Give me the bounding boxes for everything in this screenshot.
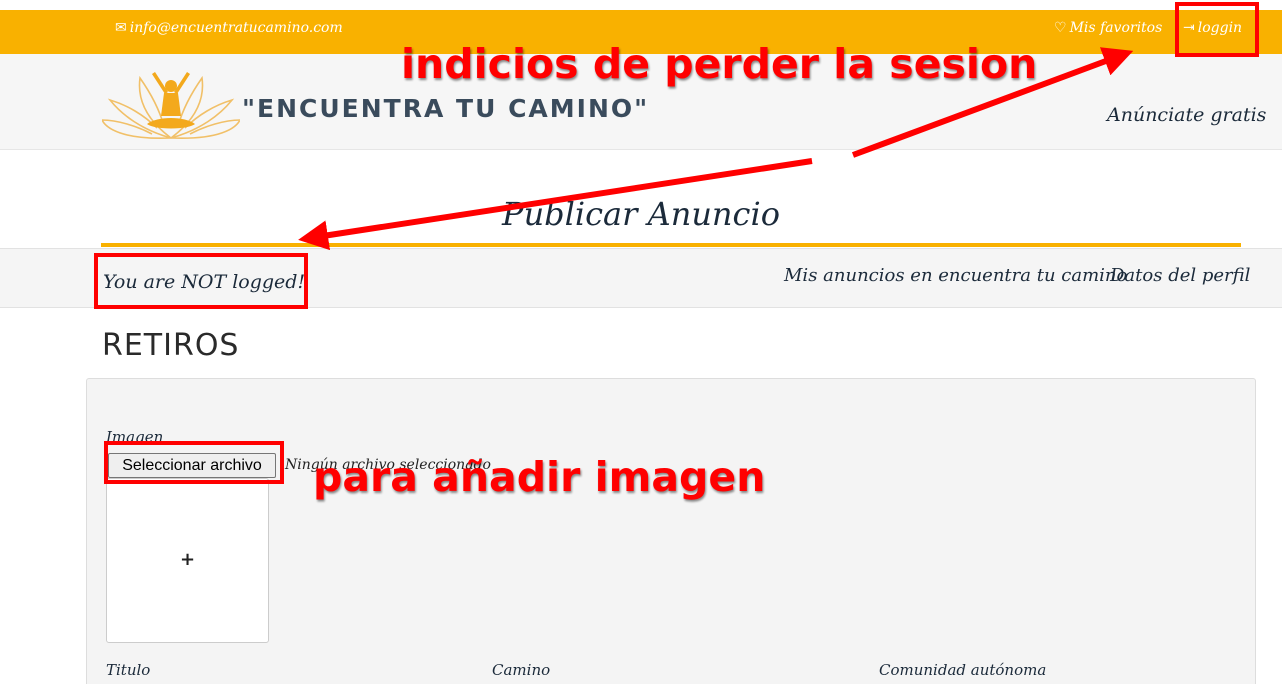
annotation-image-text: para añadir imagen [313, 453, 766, 501]
annotation-status-box [94, 253, 308, 309]
image-upload-box[interactable]: + [106, 478, 269, 643]
region-field-label: Comunidad autónoma [879, 661, 1047, 679]
contact-email[interactable]: ✉ info@encuentratucamino.com [115, 20, 343, 36]
path-field-label: Camino [492, 661, 551, 679]
annotation-session-text: indicios de perder la sesion [401, 40, 1038, 88]
title-divider [101, 243, 1241, 247]
title-field-label: Titulo [106, 661, 151, 679]
advertise-link[interactable]: Anúnciate gratis [1107, 104, 1266, 126]
envelope-icon: ✉ [115, 20, 127, 36]
add-image-icon: + [179, 549, 196, 570]
section-title: RETIROS [102, 328, 240, 363]
annotation-file-button-box [104, 441, 284, 484]
favorites-text: Mis favoritos [1069, 20, 1163, 36]
brand-name[interactable]: "ENCUENTRA TU CAMINO" [242, 94, 649, 123]
yoga-lotus-logo[interactable] [102, 60, 240, 144]
heart-icon: ♡ [1054, 20, 1067, 36]
nav-my-ads[interactable]: Mis anuncios en encuentra tu camino [784, 265, 1127, 286]
favorites-link[interactable]: ♡ Mis favoritos [1054, 20, 1162, 36]
page-title: Publicar Anuncio [502, 195, 780, 233]
nav-profile-data[interactable]: Datos del perfil [1110, 265, 1250, 286]
annotation-login-box [1175, 2, 1259, 57]
contact-email-text: info@encuentratucamino.com [129, 20, 343, 36]
